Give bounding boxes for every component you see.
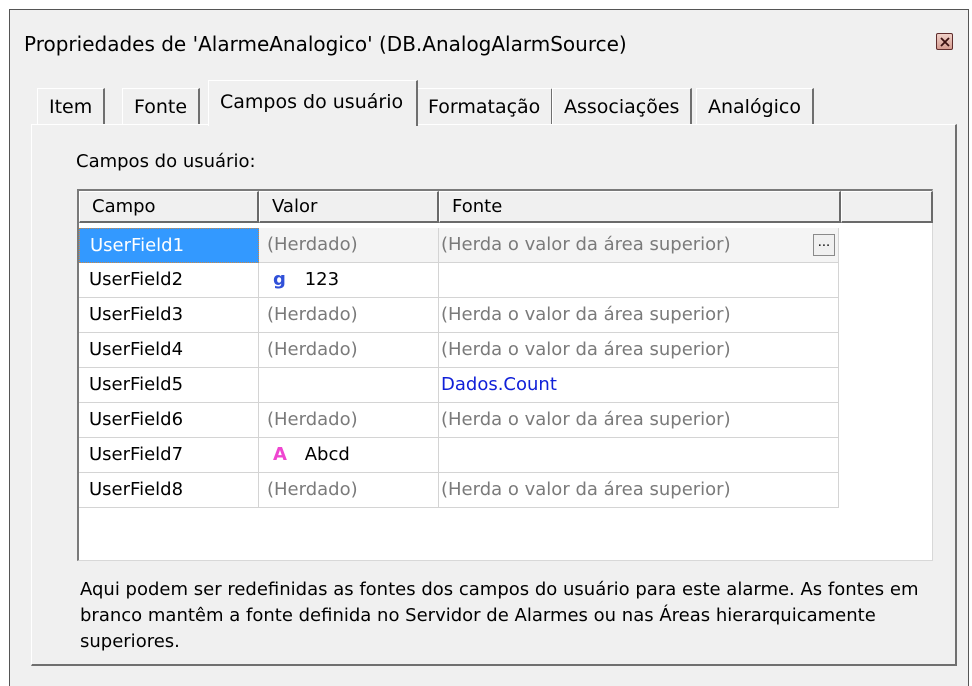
table-row[interactable]: UserField6 (Herdado) (Herda o valor da á… bbox=[79, 403, 839, 438]
column-header-valor[interactable]: Valor bbox=[259, 191, 439, 223]
fonte-cell[interactable]: (Herda o valor da área superior) bbox=[439, 298, 839, 333]
table-row[interactable]: UserField1 (Herdado) (Herda o valor da á… bbox=[79, 228, 839, 263]
section-label: Campos do usuário: bbox=[76, 151, 256, 172]
tab-campos-do-usuario[interactable]: Campos do usuário bbox=[208, 80, 418, 126]
tab-panel: Campos do usuário: Campo Valor Fonte Use… bbox=[31, 124, 957, 666]
valor-cell[interactable]: A Abcd bbox=[259, 438, 439, 473]
table-row[interactable]: UserField7 A Abcd bbox=[79, 438, 839, 473]
campo-cell[interactable]: UserField3 bbox=[79, 298, 259, 333]
tag-value-icon: g bbox=[273, 269, 286, 290]
table-row[interactable]: UserField2 g 123 bbox=[79, 263, 839, 298]
tab-analogico[interactable]: Analógico bbox=[696, 88, 814, 124]
tab-fonte[interactable]: Fonte bbox=[122, 88, 201, 124]
tab-item[interactable]: Item bbox=[37, 88, 106, 124]
valor-cell[interactable] bbox=[259, 368, 439, 403]
fonte-cell[interactable]: (Herda o valor da área superior) bbox=[439, 473, 839, 508]
campo-cell[interactable]: UserField5 bbox=[79, 368, 259, 403]
valor-cell[interactable]: (Herdado) bbox=[259, 403, 439, 438]
campo-cell[interactable]: UserField1 bbox=[79, 228, 259, 263]
campo-cell[interactable]: UserField7 bbox=[79, 438, 259, 473]
valor-text: Abcd bbox=[304, 444, 350, 465]
valor-cell[interactable]: (Herdado) bbox=[259, 473, 439, 508]
campo-cell[interactable]: UserField2 bbox=[79, 263, 259, 298]
valor-cell[interactable]: (Herdado) bbox=[259, 228, 439, 263]
valor-cell[interactable]: g 123 bbox=[259, 263, 439, 298]
browse-button[interactable]: ... bbox=[813, 234, 835, 256]
table-row[interactable]: UserField5 Dados.Count bbox=[79, 368, 839, 403]
valor-cell[interactable]: (Herdado) bbox=[259, 298, 439, 333]
title-bar: Propriedades de 'AlarmeAnalogico' (DB.An… bbox=[10, 10, 968, 74]
column-header-empty bbox=[841, 191, 933, 223]
fonte-cell[interactable]: (Herda o valor da área superior) bbox=[439, 333, 839, 368]
column-header-fonte[interactable]: Fonte bbox=[439, 191, 841, 223]
table-row[interactable]: UserField8 (Herdado) (Herda o valor da á… bbox=[79, 473, 839, 508]
fonte-cell[interactable] bbox=[439, 263, 839, 298]
valor-cell[interactable]: (Herdado) bbox=[259, 333, 439, 368]
help-text: Aqui podem ser redefinidas as fontes dos… bbox=[80, 579, 919, 652]
user-fields-grid: Campo Valor Fonte UserField1 (Herdado) (… bbox=[77, 189, 933, 561]
fonte-cell[interactable]: Dados.Count bbox=[439, 368, 839, 403]
properties-dialog: Propriedades de 'AlarmeAnalogico' (DB.An… bbox=[9, 9, 969, 686]
tab-associacoes[interactable]: Associações bbox=[552, 88, 693, 124]
fonte-cell[interactable]: (Herda o valor da área superior) bbox=[439, 403, 839, 438]
tab-formatacao[interactable]: Formatação bbox=[416, 88, 554, 124]
fonte-text: (Herda o valor da área superior) bbox=[441, 234, 731, 255]
fonte-cell[interactable] bbox=[439, 438, 839, 473]
dialog-title: Propriedades de 'AlarmeAnalogico' (DB.An… bbox=[24, 32, 627, 56]
close-button[interactable] bbox=[936, 33, 953, 50]
campo-cell[interactable]: UserField4 bbox=[79, 333, 259, 368]
campo-cell[interactable]: UserField6 bbox=[79, 403, 259, 438]
table-row[interactable]: UserField3 (Herdado) (Herda o valor da á… bbox=[79, 298, 839, 333]
table-row[interactable]: UserField4 (Herdado) (Herda o valor da á… bbox=[79, 333, 839, 368]
fonte-cell[interactable]: (Herda o valor da área superior) ... bbox=[439, 228, 839, 263]
text-value-icon: A bbox=[273, 444, 287, 465]
close-icon bbox=[940, 37, 950, 47]
valor-text: 123 bbox=[304, 269, 340, 290]
column-header-campo[interactable]: Campo bbox=[79, 191, 259, 223]
campo-cell[interactable]: UserField8 bbox=[79, 473, 259, 508]
